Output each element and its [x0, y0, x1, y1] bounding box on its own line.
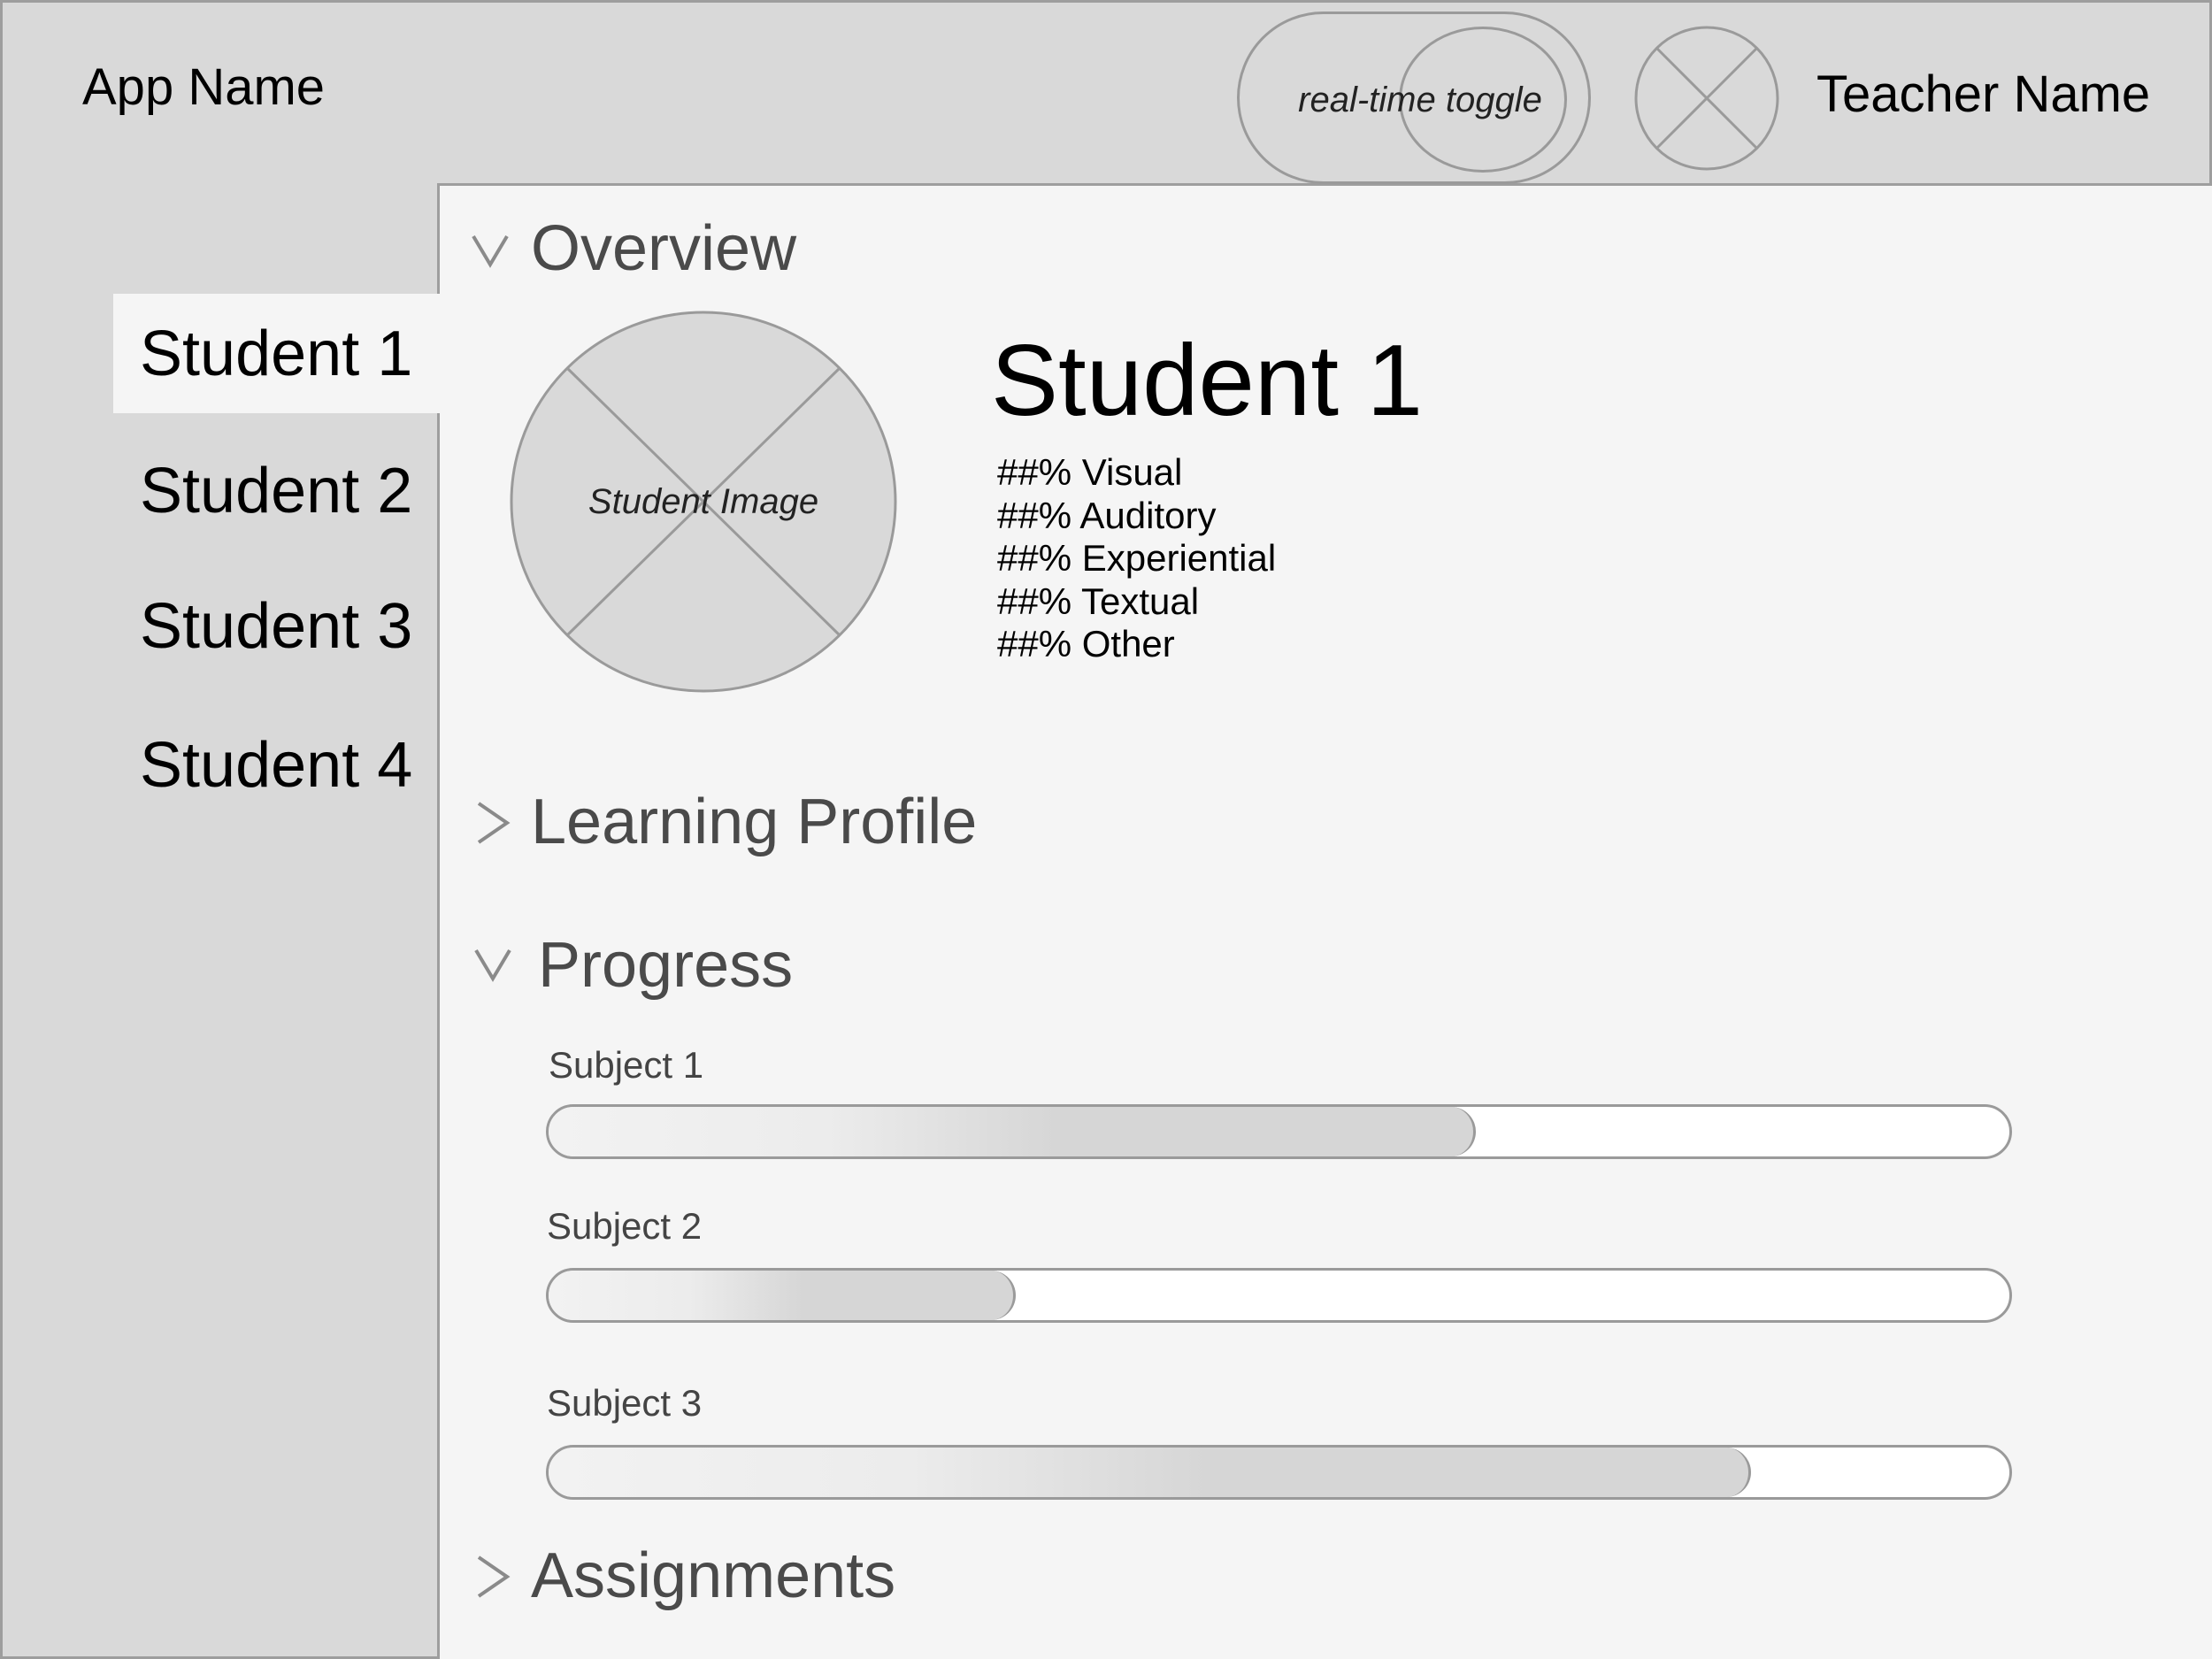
chevron-down-icon[interactable]: [473, 947, 512, 982]
progress-fill: [549, 1271, 1017, 1320]
stat-experiential: ##% Experiential: [997, 537, 1277, 579]
chevron-down-icon[interactable]: [471, 233, 510, 268]
toggle-label: real-time toggle: [1298, 81, 1542, 119]
stat-textual: ##% Textual: [997, 580, 1200, 622]
section-title-progress[interactable]: Progress: [538, 929, 793, 1002]
app-name: App Name: [82, 58, 326, 116]
sidebar-item-student-2[interactable]: Student 2: [113, 431, 442, 550]
student-name: Student 1: [991, 325, 1424, 437]
progress-fill: [549, 1107, 1477, 1156]
sidebar-item-student-3[interactable]: Student 3: [113, 566, 442, 686]
section-title-overview[interactable]: Overview: [531, 212, 796, 285]
section-title-assignments[interactable]: Assignments: [531, 1540, 895, 1612]
section-title-learning-profile[interactable]: Learning Profile: [531, 786, 977, 858]
progress-fill: [549, 1448, 1751, 1497]
student-image: Student Image: [509, 310, 898, 695]
stat-other: ##% Other: [997, 623, 1175, 664]
progress-bar-subject-2: [546, 1268, 2012, 1323]
app-header: App Name real-time toggle Teacher Name: [0, 0, 2212, 186]
teacher-name[interactable]: Teacher Name: [1816, 65, 2150, 124]
sidebar-item-student-4[interactable]: Student 4: [113, 705, 442, 825]
learning-stats: ##% Visual ##% Auditory ##% Experiential…: [997, 451, 1276, 666]
subject-label-1: Subject 1: [549, 1044, 704, 1086]
teacher-avatar-icon[interactable]: [1633, 25, 1780, 172]
chevron-right-icon[interactable]: [475, 801, 511, 845]
student-image-label: Student Image: [588, 482, 819, 521]
sidebar-item-student-1[interactable]: Student 1: [113, 294, 442, 413]
chevron-right-icon[interactable]: [475, 1555, 511, 1599]
progress-bar-subject-1: [546, 1104, 2012, 1159]
student-sidebar: Student 1 Student 2 Student 3 Student 4: [0, 183, 442, 1659]
stat-visual: ##% Visual: [997, 451, 1183, 493]
subject-label-3: Subject 3: [547, 1382, 703, 1424]
subject-label-2: Subject 2: [547, 1205, 703, 1247]
stat-auditory: ##% Auditory: [997, 494, 1217, 536]
progress-bar-subject-3: [546, 1445, 2012, 1500]
real-time-toggle[interactable]: real-time toggle: [1237, 12, 1591, 184]
